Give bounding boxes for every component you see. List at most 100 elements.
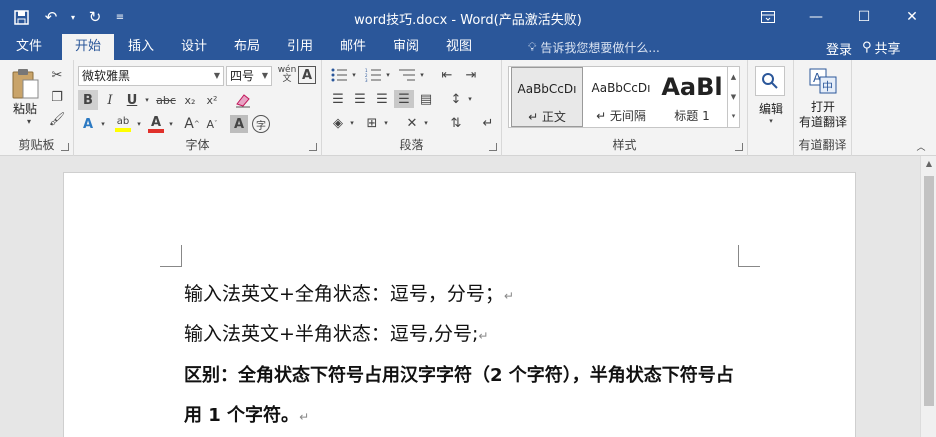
align-center-icon[interactable]: ☰	[350, 90, 370, 108]
scroll-up-icon[interactable]: ▲	[921, 159, 936, 168]
font-size-combo[interactable]: 四号 ▼	[226, 66, 272, 86]
document-line[interactable]: 输入法英文+半角状态：逗号,分号;↵	[184, 319, 488, 346]
highlight-icon[interactable]: ab	[112, 114, 134, 134]
tab-file[interactable]: 文件	[6, 34, 52, 60]
maximize-button[interactable]: ☐	[840, 0, 888, 34]
copy-icon[interactable]: ❐	[48, 88, 66, 106]
show-hide-marks-icon[interactable]: ↵	[478, 114, 498, 132]
style-heading-1[interactable]: AaBl 标题 1	[657, 67, 727, 127]
clear-formatting-icon[interactable]	[232, 90, 254, 110]
tell-me-box[interactable]: 💡︎ 告诉我您想要做什么...	[528, 39, 660, 56]
ribbon: 粘贴 ▾ ✂ ❐ 🖌︎ 剪贴板 微软雅黑 ▼ 四号 ▼ wén 文 A B I U…	[0, 60, 936, 156]
distributed-icon[interactable]: ▤	[416, 90, 436, 108]
youdao-open-button[interactable]: 打开 有道翻译	[794, 100, 852, 130]
bold-button[interactable]: B	[78, 90, 98, 110]
paste-icon[interactable]	[8, 66, 42, 102]
borders-icon[interactable]: ⊞	[362, 114, 382, 132]
chinese-layout-dropdown-icon[interactable]: ▾	[422, 114, 430, 132]
justify-icon[interactable]: ☰	[394, 90, 414, 108]
document-line[interactable]: 区别：全角状态下符号占用汉字字符（2 个字符），半角状态下符号占	[184, 361, 734, 387]
shading-icon[interactable]: ◈	[328, 114, 348, 132]
minimize-button[interactable]: —	[792, 0, 840, 34]
font-color-dropdown-icon[interactable]: ▾	[166, 114, 176, 134]
underline-dropdown-icon[interactable]: ▾	[142, 90, 152, 110]
tab-home[interactable]: 开始	[62, 34, 114, 60]
text-effects-icon[interactable]: A	[78, 114, 98, 134]
document-line[interactable]: 输入法英文+全角状态：逗号，分号；↵	[184, 279, 514, 306]
style-name: 标题 1	[674, 109, 710, 123]
scroll-down-icon[interactable]: ▼	[728, 87, 739, 107]
style-no-spacing[interactable]: AaBbCcDı ↵ 无间隔	[585, 67, 657, 127]
sign-in-link[interactable]: 登录	[826, 39, 852, 58]
editing-label: 编辑	[758, 102, 783, 116]
collapse-ribbon-icon[interactable]: ︿	[914, 140, 928, 153]
subscript-button[interactable]: x₂	[180, 90, 200, 110]
line-spacing-dropdown-icon[interactable]: ▾	[466, 90, 474, 108]
shading-dropdown-icon[interactable]: ▾	[348, 114, 356, 132]
style-name: ↵ 正文	[528, 110, 566, 124]
more-styles-icon[interactable]: ▾	[728, 107, 739, 125]
paste-dropdown-icon[interactable]: ▾	[22, 116, 36, 126]
styles-gallery: AaBbCcDı ↵ 正文 AaBbCcDı ↵ 无间隔 AaBl 标题 1 ▲…	[508, 66, 740, 128]
tab-review[interactable]: 审阅	[383, 34, 429, 60]
strikethrough-button[interactable]: abc	[154, 90, 178, 110]
enclose-characters-icon[interactable]: 字	[252, 115, 270, 133]
align-right-icon[interactable]: ☰	[372, 90, 392, 108]
document-page[interactable]: 输入法英文+全角状态：逗号，分号；↵ 输入法英文+半角状态：逗号,分号;↵ 区别…	[63, 172, 856, 437]
scroll-up-icon[interactable]: ▲	[728, 67, 739, 87]
font-name-value: 微软雅黑	[82, 69, 131, 83]
font-launcher-icon[interactable]	[309, 143, 317, 151]
styles-scroll[interactable]: ▲ ▼ ▾	[727, 67, 739, 127]
share-label: 共享	[874, 42, 901, 57]
person-add-icon: ⚲	[862, 40, 872, 55]
editing-dropdown-icon[interactable]: ▾	[764, 116, 778, 126]
ribbon-display-options-icon[interactable]	[744, 0, 792, 34]
borders-dropdown-icon[interactable]: ▾	[382, 114, 390, 132]
sort-icon[interactable]: ⇅	[446, 114, 466, 132]
shrink-font-icon[interactable]: Aˇ	[202, 114, 222, 134]
document-line[interactable]: 用 1 个字符。↵	[184, 401, 309, 427]
numbering-dropdown-icon[interactable]: ▾	[384, 66, 392, 84]
translate-icon[interactable]: A中	[808, 66, 838, 96]
numbering-icon[interactable]: 123	[362, 66, 384, 84]
underline-button[interactable]: U	[122, 90, 142, 110]
paragraph-launcher-icon[interactable]	[489, 143, 497, 151]
highlight-dropdown-icon[interactable]: ▾	[134, 114, 144, 134]
tab-design[interactable]: 设计	[171, 34, 217, 60]
tab-references[interactable]: 引用	[277, 34, 323, 60]
font-color-icon[interactable]: A	[146, 114, 166, 134]
tab-insert[interactable]: 插入	[118, 34, 164, 60]
close-button[interactable]: ✕	[888, 0, 936, 34]
cut-icon[interactable]: ✂	[48, 66, 66, 84]
italic-button[interactable]: I	[100, 90, 120, 110]
decrease-indent-icon[interactable]: ⇤	[436, 66, 458, 84]
svg-text:中: 中	[822, 80, 833, 93]
scrollbar-thumb[interactable]	[924, 176, 934, 406]
search-icon[interactable]	[755, 66, 785, 96]
multilevel-list-icon[interactable]	[396, 66, 418, 84]
chinese-layout-icon[interactable]: ✕	[402, 114, 422, 132]
font-name-combo[interactable]: 微软雅黑 ▼	[78, 66, 224, 86]
phonetic-guide-icon[interactable]: wén 文	[276, 64, 298, 86]
clipboard-launcher-icon[interactable]	[61, 143, 69, 151]
align-left-icon[interactable]: ☰	[328, 90, 348, 108]
vertical-scrollbar[interactable]: ▲	[920, 156, 936, 437]
increase-indent-icon[interactable]: ⇥	[460, 66, 482, 84]
chevron-down-icon: ▼	[261, 71, 268, 80]
character-border-icon[interactable]: A	[298, 66, 316, 84]
bullets-dropdown-icon[interactable]: ▾	[350, 66, 358, 84]
tab-mailings[interactable]: 邮件	[330, 34, 376, 60]
tab-view[interactable]: 视图	[436, 34, 482, 60]
styles-launcher-icon[interactable]	[735, 143, 743, 151]
line-spacing-icon[interactable]: ↕	[446, 90, 466, 108]
grow-font-icon[interactable]: A ^	[182, 114, 202, 134]
text-effects-dropdown-icon[interactable]: ▾	[98, 114, 108, 134]
style-normal[interactable]: AaBbCcDı ↵ 正文	[511, 67, 583, 127]
character-shading-icon[interactable]: A	[230, 115, 248, 133]
share-button[interactable]: ⚲ 共享	[862, 38, 901, 57]
format-painter-icon[interactable]: 🖌︎	[48, 110, 66, 128]
tab-layout[interactable]: 布局	[224, 34, 270, 60]
superscript-button[interactable]: x²	[202, 90, 222, 110]
multilevel-dropdown-icon[interactable]: ▾	[418, 66, 426, 84]
bullets-icon[interactable]	[328, 66, 350, 84]
